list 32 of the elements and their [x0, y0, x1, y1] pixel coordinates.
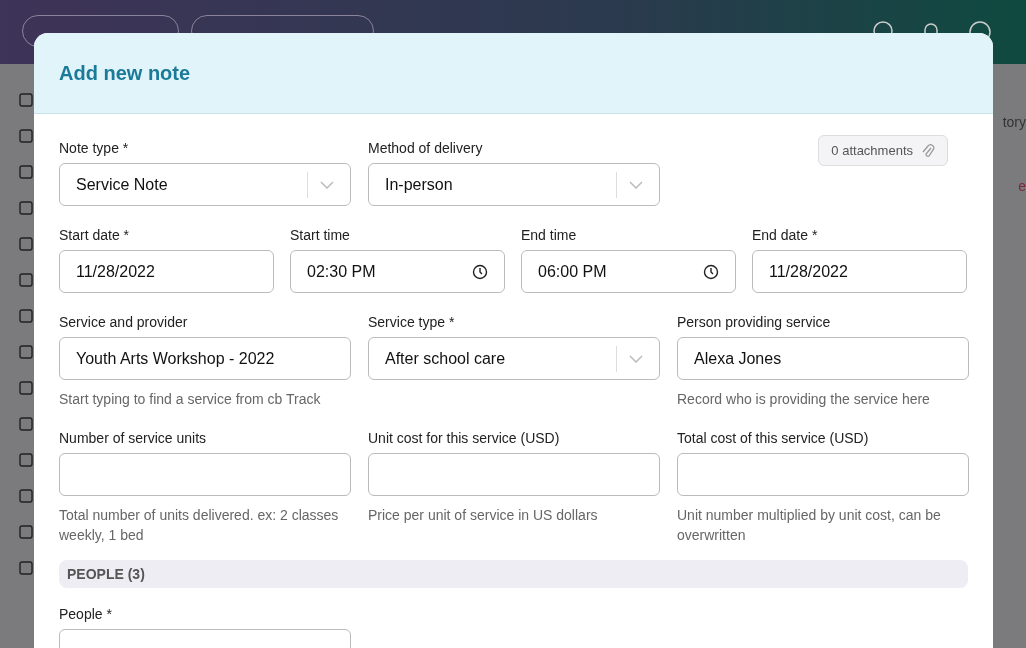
background-text: e [1018, 178, 1026, 194]
field-label: Service and provider [59, 314, 189, 330]
field-label: People * [59, 606, 113, 622]
background-text: tory [1002, 114, 1026, 130]
time-field[interactable]: 06:00 PM [521, 250, 736, 293]
field-label: Total cost of this service (USD) [677, 430, 870, 446]
field-label: Note type * [59, 140, 130, 156]
time-field[interactable]: 02:30 PM [290, 250, 505, 293]
select-field[interactable]: In-person [368, 163, 660, 206]
attachments-button[interactable]: 0 attachments [818, 135, 948, 166]
field-hint: Total number of units delivered. ex: 2 classes weekly, 1 bed [59, 506, 340, 545]
field-label: Unit cost for this service (USD) [368, 430, 561, 446]
field-hint: Unit number multiplied by unit cost, can be overwritten [677, 506, 942, 545]
field-label: End time [521, 227, 578, 243]
field-label: Person providing service [677, 314, 832, 330]
select-field[interactable]: Service Note [59, 163, 351, 206]
input-field[interactable]: 11/28/2022 [752, 250, 967, 293]
input-field[interactable]: 11/28/2022 [59, 250, 274, 293]
field-hint: Start typing to find a service from cb Track [59, 390, 322, 409]
field-label: Start date * [59, 227, 131, 243]
input-field[interactable]: Youth Arts Workshop - 2022 [59, 337, 351, 380]
field-label: Method of delivery [368, 140, 484, 156]
field-label: Start time [290, 227, 351, 243]
modal-title: Add new note [59, 61, 191, 85]
section-title: PEOPLE (3) [67, 566, 145, 582]
select-field[interactable]: After school care [368, 337, 660, 380]
field-hint: Price per unit of service in US dollars [368, 506, 599, 525]
field-hint: Record who is providing the service here [677, 390, 931, 409]
input-field[interactable]: Alexa Jones [677, 337, 969, 380]
field-label: Number of service units [59, 430, 208, 446]
field-label: Service type * [368, 314, 456, 330]
field-label: End date * [752, 227, 819, 243]
